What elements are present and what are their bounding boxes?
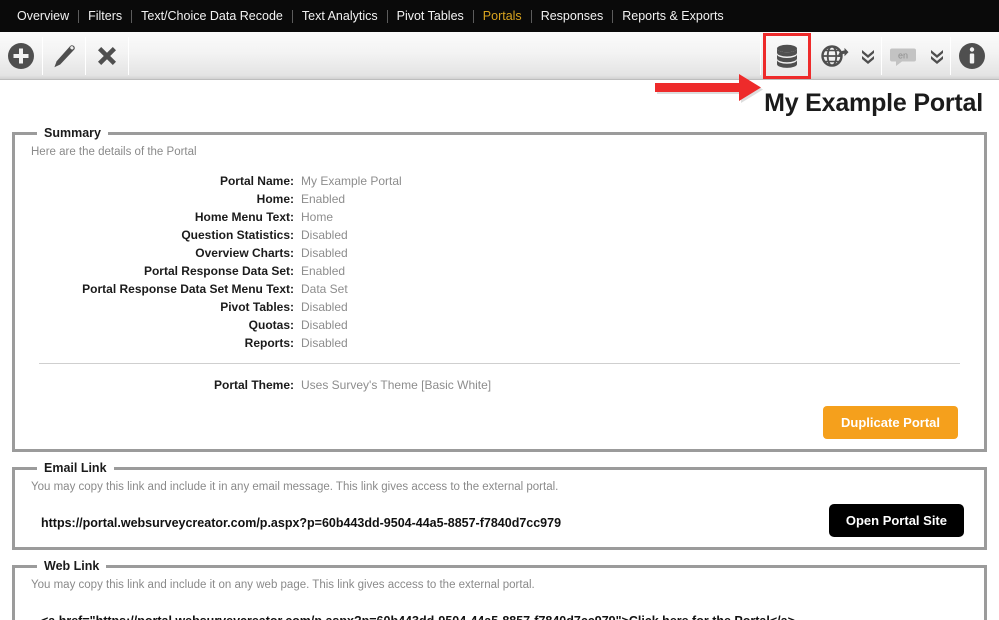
- web-link-html[interactable]: <a href="https://portal.websurveycreator…: [35, 608, 805, 620]
- detail-value: Disabled: [294, 316, 348, 334]
- detail-label: Overview Charts:: [29, 244, 294, 262]
- detail-label: Portal Name:: [29, 172, 294, 190]
- nav-item-portals[interactable]: Portals: [474, 0, 531, 32]
- database-icon: [772, 41, 802, 71]
- nav-item-overview[interactable]: Overview: [8, 0, 78, 32]
- detail-row: Home Menu Text: Home: [29, 208, 970, 226]
- nav-item-text-choice-data-recode[interactable]: Text/Choice Data Recode: [132, 0, 292, 32]
- email-link-url[interactable]: https://portal.websurveycreator.com/p.as…: [35, 510, 561, 530]
- summary-button-row: Duplicate Portal: [29, 394, 970, 439]
- cross-icon: [92, 41, 122, 71]
- language-button[interactable]: en: [882, 32, 924, 80]
- detail-value: Disabled: [294, 244, 348, 262]
- detail-value: Data Set: [294, 280, 348, 298]
- chevron-down-icon: [860, 45, 876, 67]
- detail-label: Home Menu Text:: [29, 208, 294, 226]
- web-link-legend: Web Link: [37, 559, 106, 573]
- detail-row: Pivot Tables: Disabled: [29, 298, 970, 316]
- toolbar: en: [0, 32, 999, 80]
- info-button[interactable]: [951, 32, 993, 80]
- detail-row: Home: Enabled: [29, 190, 970, 208]
- nav-item-responses[interactable]: Responses: [532, 0, 613, 32]
- speech-bubble-en-icon: en: [888, 41, 918, 71]
- nav-item-text-analytics[interactable]: Text Analytics: [293, 0, 387, 32]
- portal-theme-value: Uses Survey's Theme [Basic White]: [294, 376, 491, 394]
- portal-theme-row: Portal Theme: Uses Survey's Theme [Basic…: [29, 376, 970, 394]
- language-dropdown-button[interactable]: [924, 32, 950, 80]
- detail-value: Disabled: [294, 298, 348, 316]
- edit-button[interactable]: [43, 32, 85, 80]
- page-title: My Example Portal: [0, 80, 999, 122]
- pencil-icon: [49, 41, 79, 71]
- email-link-body: You may copy this link and include it in…: [15, 475, 984, 537]
- detail-row: Reports: Disabled: [29, 334, 970, 352]
- summary-panel: Summary Here are the details of the Port…: [12, 126, 987, 452]
- database-button[interactable]: [763, 33, 811, 79]
- open-portal-site-button[interactable]: Open Portal Site: [829, 504, 964, 537]
- detail-value: My Example Portal: [294, 172, 402, 190]
- globe-dropdown-button[interactable]: [855, 32, 881, 80]
- detail-value: Enabled: [294, 190, 345, 208]
- detail-value: Disabled: [294, 334, 348, 352]
- add-icon: [6, 41, 36, 71]
- info-icon: [957, 41, 987, 71]
- email-link-legend: Email Link: [37, 461, 114, 475]
- web-link-body: You may copy this link and include it on…: [15, 573, 984, 620]
- detail-label: Home:: [29, 190, 294, 208]
- detail-label: Pivot Tables:: [29, 298, 294, 316]
- globe-publish-button[interactable]: [813, 32, 855, 80]
- detail-label: Portal Response Data Set Menu Text:: [29, 280, 294, 298]
- summary-panel-legend: Summary: [37, 126, 108, 140]
- summary-panel-body: Here are the details of the Portal Porta…: [15, 140, 984, 439]
- svg-text:en: en: [898, 50, 908, 60]
- email-link-panel: Email Link You may copy this link and in…: [12, 461, 987, 550]
- detail-label: Question Statistics:: [29, 226, 294, 244]
- detail-row: Portal Response Data Set: Enabled: [29, 262, 970, 280]
- nav-item-reports-exports[interactable]: Reports & Exports: [613, 0, 732, 32]
- web-link-panel: Web Link You may copy this link and incl…: [12, 559, 987, 620]
- detail-value: Disabled: [294, 226, 348, 244]
- nav-item-pivot-tables[interactable]: Pivot Tables: [388, 0, 473, 32]
- delete-button[interactable]: [86, 32, 128, 80]
- add-button[interactable]: [0, 32, 42, 80]
- detail-value: Enabled: [294, 262, 345, 280]
- detail-row: Question Statistics: Disabled: [29, 226, 970, 244]
- duplicate-portal-button[interactable]: Duplicate Portal: [823, 406, 958, 439]
- chevron-down-icon: [929, 45, 945, 67]
- summary-detail-list: Portal Name: My Example Portal Home: Ena…: [29, 172, 970, 352]
- web-link-description: You may copy this link and include it on…: [29, 577, 970, 595]
- detail-row: Portal Response Data Set Menu Text: Data…: [29, 280, 970, 298]
- toolbar-left-group: [0, 32, 129, 80]
- detail-row: Portal Name: My Example Portal: [29, 172, 970, 190]
- toolbar-right-group: en: [760, 32, 999, 80]
- email-link-row: https://portal.websurveycreator.com/p.as…: [29, 497, 970, 537]
- email-link-description: You may copy this link and include it in…: [29, 479, 970, 497]
- summary-description: Here are the details of the Portal: [29, 144, 970, 162]
- portal-theme-label: Portal Theme:: [29, 376, 294, 394]
- detail-value: Home: [294, 208, 333, 226]
- detail-row: Overview Charts: Disabled: [29, 244, 970, 262]
- detail-label: Reports:: [29, 334, 294, 352]
- globe-arrow-icon: [819, 41, 849, 71]
- summary-divider: [39, 363, 960, 364]
- detail-label: Portal Response Data Set:: [29, 262, 294, 280]
- web-link-row: <a href="https://portal.websurveycreator…: [29, 595, 970, 620]
- top-navigation-bar: Overview Filters Text/Choice Data Recode…: [0, 0, 999, 32]
- toolbar-divider: [760, 37, 761, 75]
- detail-label: Quotas:: [29, 316, 294, 334]
- detail-row: Quotas: Disabled: [29, 316, 970, 334]
- toolbar-divider: [128, 37, 129, 75]
- nav-item-filters[interactable]: Filters: [79, 0, 131, 32]
